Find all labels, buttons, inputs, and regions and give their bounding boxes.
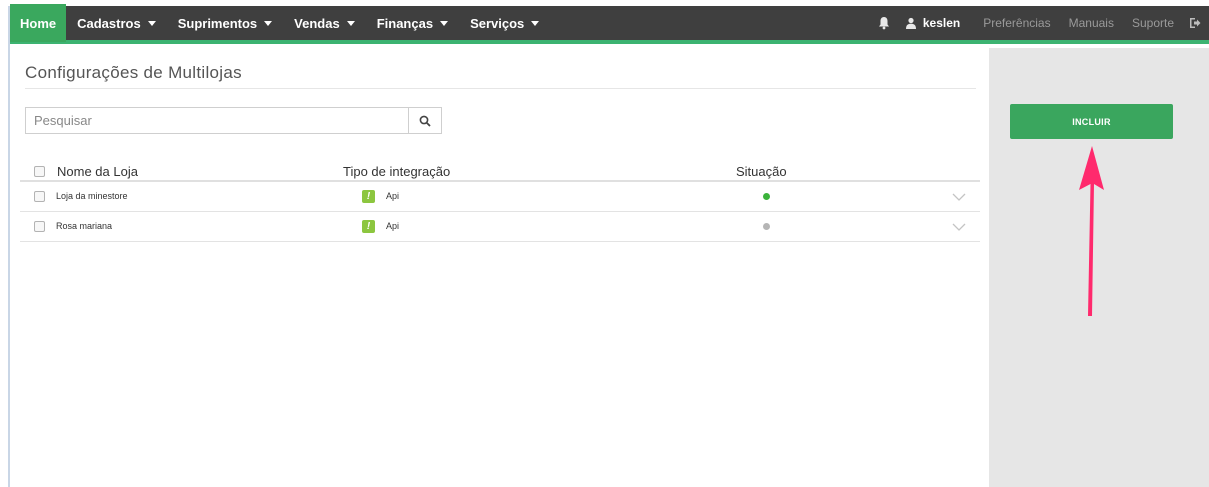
nav-menu-suprimentos[interactable]: Suprimentos	[167, 4, 283, 42]
nav-menu-cadastros[interactable]: Cadastros	[66, 4, 167, 42]
caret-down-icon	[346, 20, 355, 26]
side-panel: INCLUIR	[989, 48, 1209, 487]
nav-menu-label: Serviços	[470, 15, 525, 31]
chevron-down-icon[interactable]	[952, 192, 966, 202]
caret-down-icon	[531, 20, 540, 26]
nav-menu-label: Suprimentos	[177, 15, 258, 31]
integration-warning-icon: !	[362, 190, 375, 203]
caret-down-icon	[147, 20, 156, 26]
row-checkbox[interactable]	[34, 221, 45, 232]
nav-link-preferencias[interactable]: Preferências	[974, 16, 1059, 30]
caret-down-icon	[264, 20, 273, 26]
caret-down-icon	[440, 20, 449, 26]
user-icon	[905, 17, 916, 29]
logout-icon[interactable]	[1189, 17, 1201, 29]
nav-menu-label: Vendas	[294, 15, 340, 31]
annotation-arrow-icon	[1079, 146, 1104, 316]
user-name: keslen	[922, 16, 961, 30]
integration-type: Api	[386, 191, 400, 201]
table-row[interactable]: Rosa mariana ! Api	[20, 212, 980, 242]
table-row[interactable]: Loja da minestore ! Api	[20, 182, 980, 212]
page-title: Configurações de Multilojas	[25, 63, 242, 82]
bell-icon[interactable]	[877, 16, 891, 30]
include-button[interactable]: INCLUIR	[1010, 104, 1173, 139]
select-all-checkbox[interactable]	[34, 166, 45, 177]
column-header-situacao[interactable]: Situação	[736, 164, 787, 179]
column-header-tipo[interactable]: Tipo de integração	[343, 164, 450, 179]
store-name: Loja da minestore	[56, 191, 128, 201]
app-frame: Home Cadastros Suprimentos Vendas Finanç…	[0, 0, 1209, 487]
search-icon	[419, 115, 431, 127]
main-content: Configurações de Multilojas Nome da Loja…	[10, 48, 989, 487]
nav-menu-financas[interactable]: Finanças	[366, 4, 459, 42]
search-input[interactable]	[25, 107, 408, 134]
nav-link-manuais[interactable]: Manuais	[1060, 16, 1123, 30]
integration-type: Api	[386, 221, 400, 231]
user-menu[interactable]: keslen	[905, 16, 974, 30]
search-button[interactable]	[408, 107, 442, 134]
integration-warning-icon: !	[362, 220, 375, 233]
nav-menu-label: Cadastros	[77, 15, 141, 31]
row-checkbox[interactable]	[34, 191, 45, 202]
nav-right-group: keslen Preferências Manuais Suporte	[863, 4, 1209, 42]
nav-menu-vendas[interactable]: Vendas	[283, 4, 366, 42]
top-navbar: Home Cadastros Suprimentos Vendas Finanç…	[10, 4, 1209, 44]
nav-menu-servicos[interactable]: Serviços	[459, 4, 550, 42]
nav-menu-label: Finanças	[376, 15, 434, 31]
chevron-down-icon[interactable]	[952, 222, 966, 232]
nav-home[interactable]: Home	[10, 4, 67, 42]
status-dot	[763, 223, 770, 230]
title-divider	[25, 88, 976, 89]
status-dot	[763, 193, 770, 200]
column-header-nome[interactable]: Nome da Loja	[57, 164, 138, 179]
store-name: Rosa mariana	[56, 221, 113, 231]
nav-link-suporte[interactable]: Suporte	[1123, 16, 1183, 30]
